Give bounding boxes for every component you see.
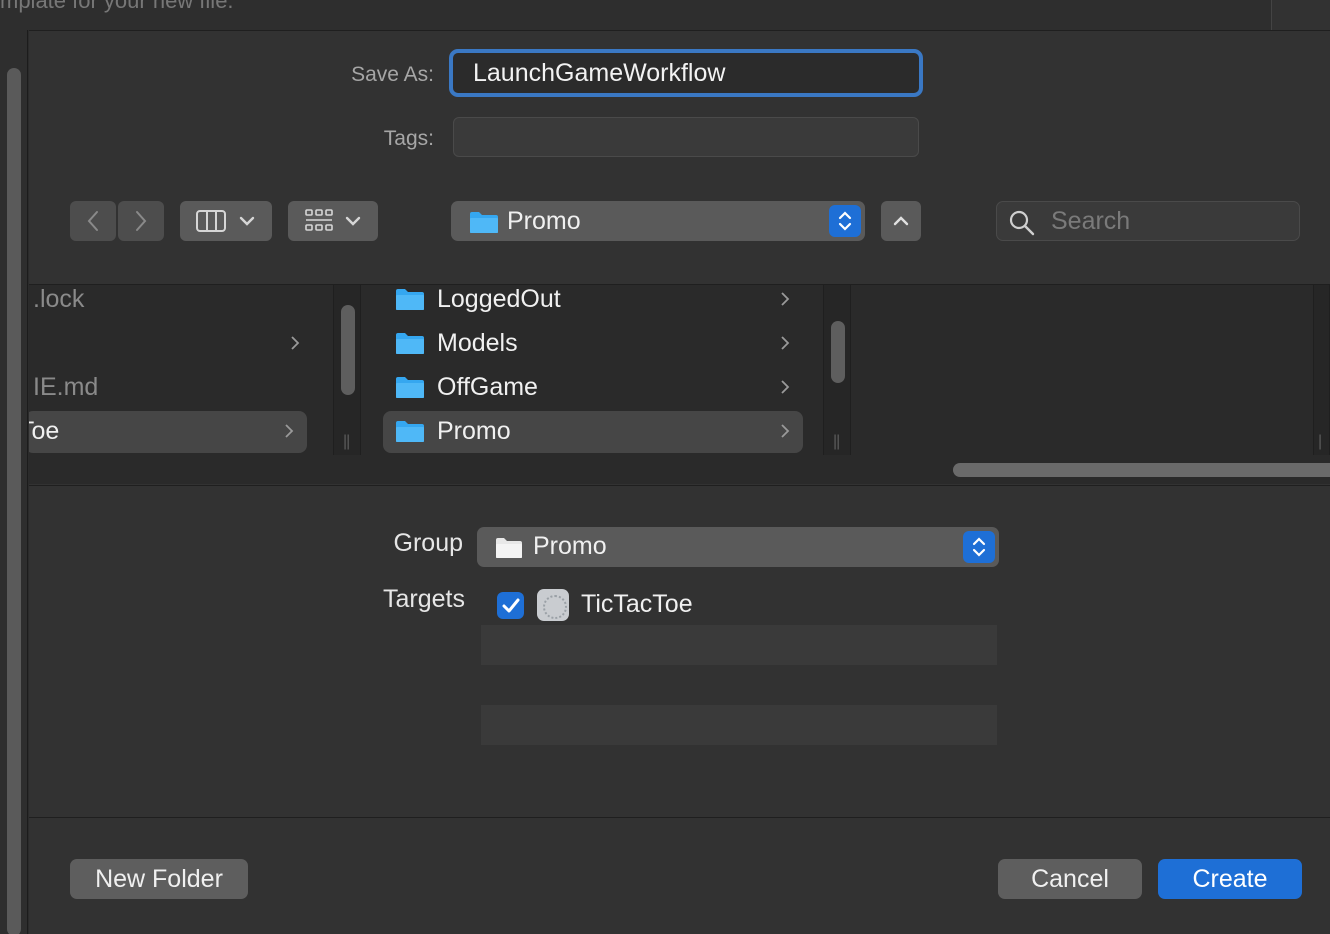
background-panel [1272, 0, 1330, 30]
list-item-selected[interactable]: Promo [383, 411, 803, 453]
targets-label: Targets [383, 585, 465, 613]
view-mode-button[interactable] [180, 201, 272, 241]
target-row-empty [481, 625, 997, 665]
folder-icon [396, 333, 424, 354]
browser-column-1: .lock IE.md Toe [29, 285, 333, 455]
cancel-button[interactable]: Cancel [998, 859, 1142, 899]
list-item[interactable] [29, 323, 333, 365]
forward-button[interactable] [118, 201, 164, 241]
browser-column-3 [851, 285, 1313, 455]
up-down-arrows-icon [838, 211, 852, 231]
folder-icon [496, 538, 522, 558]
list-item-label: Promo [437, 417, 511, 445]
column-resize-grip[interactable]: | [1318, 433, 1322, 451]
checkmark-icon [502, 598, 519, 612]
target-name: TicTacToe [581, 590, 693, 618]
chevron-left-icon [87, 211, 98, 231]
list-item[interactable]: .lock [29, 285, 333, 321]
search-icon [1009, 210, 1035, 236]
new-folder-button[interactable]: New Folder [70, 859, 248, 899]
group-value: Promo [533, 532, 607, 560]
group-by-button[interactable] [288, 201, 378, 241]
grid-icon [305, 209, 333, 231]
chevron-right-icon [781, 336, 790, 350]
outer-scrollbar[interactable] [0, 30, 28, 934]
column-resize-grip[interactable]: || [833, 433, 840, 451]
folder-icon [396, 289, 424, 310]
chevron-right-icon [781, 424, 790, 438]
list-item-selected[interactable]: Toe [29, 411, 307, 453]
back-button[interactable] [70, 201, 116, 241]
separator [29, 817, 1330, 818]
folder-icon [396, 377, 424, 398]
list-item[interactable]: OffGame [363, 367, 825, 409]
horizontal-scrollbar-thumb[interactable] [953, 463, 1330, 477]
list-item-label: Toe [29, 417, 60, 445]
separator [29, 485, 1330, 486]
column-view-icon [196, 210, 226, 232]
list-item[interactable]: LoggedOut [363, 285, 825, 321]
column-1-scrollbar-thumb[interactable] [341, 305, 355, 395]
group-popup[interactable]: Promo [477, 527, 999, 567]
group-stepper [963, 531, 995, 563]
save-as-label: Save As: [351, 63, 434, 86]
location-stepper [829, 205, 861, 237]
folder-icon [396, 421, 424, 442]
targets-list: TicTacToe [481, 585, 997, 745]
browser-column-2: LoggedOut Models OffGame Promo [363, 285, 825, 455]
target-row[interactable]: TicTacToe [481, 585, 997, 625]
app-target-icon [537, 589, 569, 621]
chevron-up-icon [893, 216, 909, 226]
chevron-right-icon [285, 424, 294, 438]
target-row-empty [481, 665, 997, 705]
list-item-label: LoggedOut [437, 285, 561, 313]
location-popup[interactable]: Promo [451, 201, 865, 241]
target-row-empty [481, 705, 997, 745]
group-label: Group [393, 529, 463, 557]
list-item-label: Models [437, 329, 518, 357]
tags-label: Tags: [383, 127, 434, 150]
folder-icon [470, 212, 498, 233]
file-browser: .lock IE.md Toe || LoggedOut [29, 284, 1330, 484]
chevron-right-icon [136, 211, 147, 231]
tags-input[interactable] [453, 117, 919, 157]
chevron-right-icon [781, 292, 790, 306]
save-sheet: Save As: LaunchGameWorkflow Tags: Promo … [29, 30, 1330, 934]
background-window: mplate for your new file. [0, 0, 1330, 30]
up-down-arrows-icon [972, 537, 986, 557]
outer-scrollbar-thumb[interactable] [7, 68, 21, 934]
enclosing-folder-button[interactable] [881, 201, 921, 241]
save-as-input[interactable]: LaunchGameWorkflow [449, 49, 923, 97]
column-3-edge: | [1313, 285, 1330, 455]
create-button[interactable]: Create [1158, 859, 1302, 899]
chevron-right-icon [291, 336, 300, 350]
target-checkbox[interactable] [497, 592, 524, 619]
chevron-down-icon [239, 216, 255, 226]
list-item-label: OffGame [437, 373, 538, 401]
list-item[interactable]: Models [363, 323, 825, 365]
column-1-scrollbar[interactable]: || [333, 285, 361, 455]
list-item-label: IE.md [33, 373, 99, 401]
list-item-label: .lock [33, 285, 85, 313]
location-label: Promo [507, 207, 581, 235]
background-window-text: mplate for your new file. [0, 0, 234, 13]
search-placeholder: Search [1051, 207, 1131, 235]
column-resize-grip[interactable]: || [343, 433, 350, 451]
chevron-down-icon [345, 216, 361, 226]
list-item[interactable]: IE.md [29, 367, 333, 409]
search-input[interactable]: Search [996, 201, 1300, 241]
chevron-right-icon [781, 380, 790, 394]
column-2-scrollbar-thumb[interactable] [831, 321, 845, 383]
column-2-scrollbar[interactable]: || [823, 285, 851, 455]
